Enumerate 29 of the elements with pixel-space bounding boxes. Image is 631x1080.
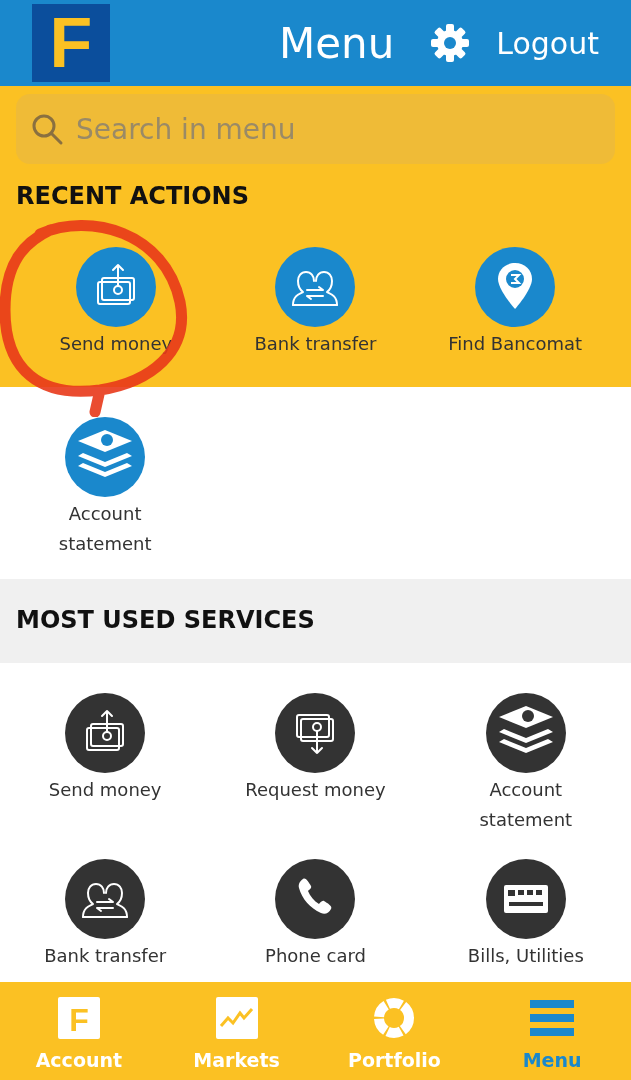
donut-icon	[372, 996, 417, 1040]
action-tile[interactable]: Send money	[0, 692, 211, 835]
section-title: RECENT ACTIONS	[16, 182, 250, 211]
action-tile[interactable]: Bank transfer	[0, 858, 211, 971]
send-icon	[65, 692, 146, 773]
action-tile[interactable]: Request money	[210, 692, 421, 835]
atm-icon	[475, 246, 556, 327]
action-tile[interactable]: Account statement	[0, 416, 211, 559]
statement-icon	[65, 416, 146, 497]
bills-icon	[485, 858, 566, 939]
phone-icon	[275, 858, 356, 939]
logout-button[interactable]: Logout	[496, 20, 599, 66]
settings-icon[interactable]	[430, 23, 471, 63]
search-field[interactable]: Search in menu	[16, 94, 615, 164]
action-tile[interactable]: Bank transfer	[215, 246, 416, 359]
statement-icon	[485, 692, 566, 773]
logo: F	[32, 4, 110, 82]
request-icon	[275, 692, 356, 773]
account-icon: F	[56, 996, 101, 1040]
transfer-icon	[275, 246, 356, 327]
section-title: MOST USED SERVICES	[16, 606, 315, 636]
transfer-icon	[65, 858, 146, 939]
chart-icon	[214, 996, 259, 1040]
action-tile[interactable]: Find Bancomat	[415, 246, 615, 359]
action-tile[interactable]: Phone card	[210, 858, 421, 971]
action-tile[interactable]: Bills, Utilities	[420, 858, 631, 971]
page-title: Menu	[278, 17, 395, 70]
action-tile[interactable]: Account statement	[420, 692, 631, 835]
send-icon	[75, 246, 156, 327]
